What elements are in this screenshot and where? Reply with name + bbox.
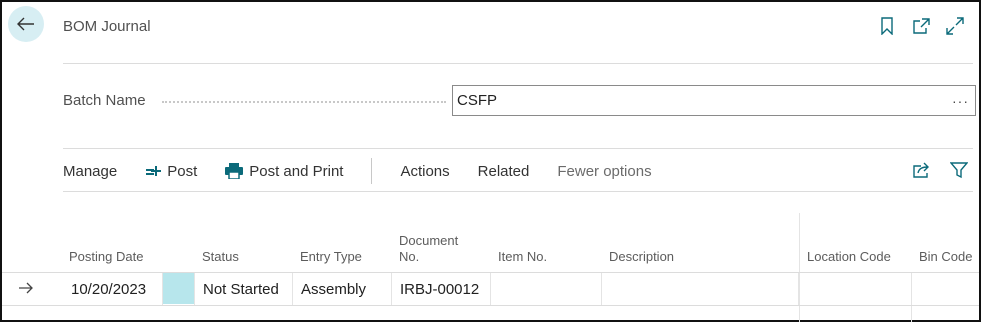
- arrow-left-icon: [17, 17, 34, 31]
- row-divider: [2, 305, 979, 306]
- arrow-right-icon: [19, 282, 33, 294]
- col-header-bin-code[interactable]: Bin Code: [919, 249, 972, 265]
- manage-label: Manage: [63, 162, 118, 180]
- page-title: BOM Journal: [63, 18, 151, 35]
- manage-menu[interactable]: Manage: [63, 163, 117, 180]
- cell-item-no[interactable]: [493, 273, 602, 305]
- header-actions: [877, 16, 965, 36]
- col-header-location-code[interactable]: Location Code: [807, 249, 891, 265]
- bookmark-button[interactable]: [877, 16, 897, 36]
- row-indicator[interactable]: [18, 281, 34, 299]
- related-label: Related: [477, 162, 530, 180]
- cell-bin-code[interactable]: [913, 273, 979, 305]
- post-icon: [146, 166, 162, 176]
- open-new-window-button[interactable]: [911, 16, 931, 36]
- share-button[interactable]: [911, 160, 931, 180]
- expand-button[interactable]: [945, 16, 965, 36]
- post-button[interactable]: Post: [145, 163, 197, 180]
- header-divider: [63, 63, 973, 64]
- filter-button[interactable]: [949, 160, 969, 180]
- col-header-document-no[interactable]: Document No.: [399, 233, 458, 265]
- related-menu[interactable]: Related: [478, 163, 530, 180]
- grid-divider-bin: [911, 273, 912, 322]
- batch-name-label: Batch Name: [63, 92, 146, 109]
- fewer-options-label: Fewer options: [557, 162, 652, 180]
- col-header-document-no-line1: Document: [399, 233, 459, 248]
- cell-document-no[interactable]: IRBJ-00012: [394, 273, 491, 305]
- actionbar-right-tools: [911, 160, 969, 180]
- printer-icon: [225, 163, 244, 179]
- expand-icon: [946, 17, 964, 35]
- col-header-entry-type[interactable]: Entry Type: [300, 249, 362, 265]
- field-leader-dots: [162, 101, 446, 103]
- bookmark-icon: [881, 17, 893, 35]
- action-bar: Manage Post Post and Print Actions Relat…: [63, 154, 969, 188]
- actions-menu[interactable]: Actions: [400, 163, 449, 180]
- page-frame: BOM Journal Batch Name CSFP ··· Manage P…: [0, 0, 981, 322]
- batch-name-input[interactable]: CSFP ···: [452, 85, 976, 116]
- cell-location-code[interactable]: [801, 273, 911, 305]
- back-button[interactable]: [8, 6, 44, 42]
- col-header-status[interactable]: Status: [202, 249, 239, 265]
- filter-icon: [950, 162, 968, 179]
- col-header-description[interactable]: Description: [609, 249, 674, 265]
- cell-description[interactable]: [604, 273, 799, 305]
- cell-posting-date[interactable]: 10/20/2023: [65, 273, 163, 305]
- cell-entry-type[interactable]: Assembly: [295, 273, 392, 305]
- actionbar-top-divider: [63, 148, 973, 149]
- col-header-posting-date[interactable]: Posting Date: [69, 249, 143, 265]
- action-separator: [371, 158, 373, 184]
- actions-label: Actions: [400, 162, 450, 180]
- col-header-item-no[interactable]: Item No.: [498, 249, 547, 265]
- actionbar-bottom-divider: [63, 191, 973, 192]
- post-label: Post: [167, 162, 198, 180]
- cell-frame-marker: [163, 273, 195, 305]
- cell-status[interactable]: Not Started: [197, 273, 293, 305]
- col-header-document-no-line2: No.: [399, 249, 420, 264]
- post-and-print-button[interactable]: Post and Print: [225, 163, 343, 180]
- batch-lookup-button[interactable]: ···: [952, 93, 969, 109]
- open-in-new-window-icon: [913, 18, 930, 34]
- post-and-print-label: Post and Print: [249, 162, 344, 180]
- share-icon: [913, 162, 929, 178]
- fewer-options-button[interactable]: Fewer options: [557, 163, 651, 180]
- batch-name-value: CSFP: [457, 92, 498, 109]
